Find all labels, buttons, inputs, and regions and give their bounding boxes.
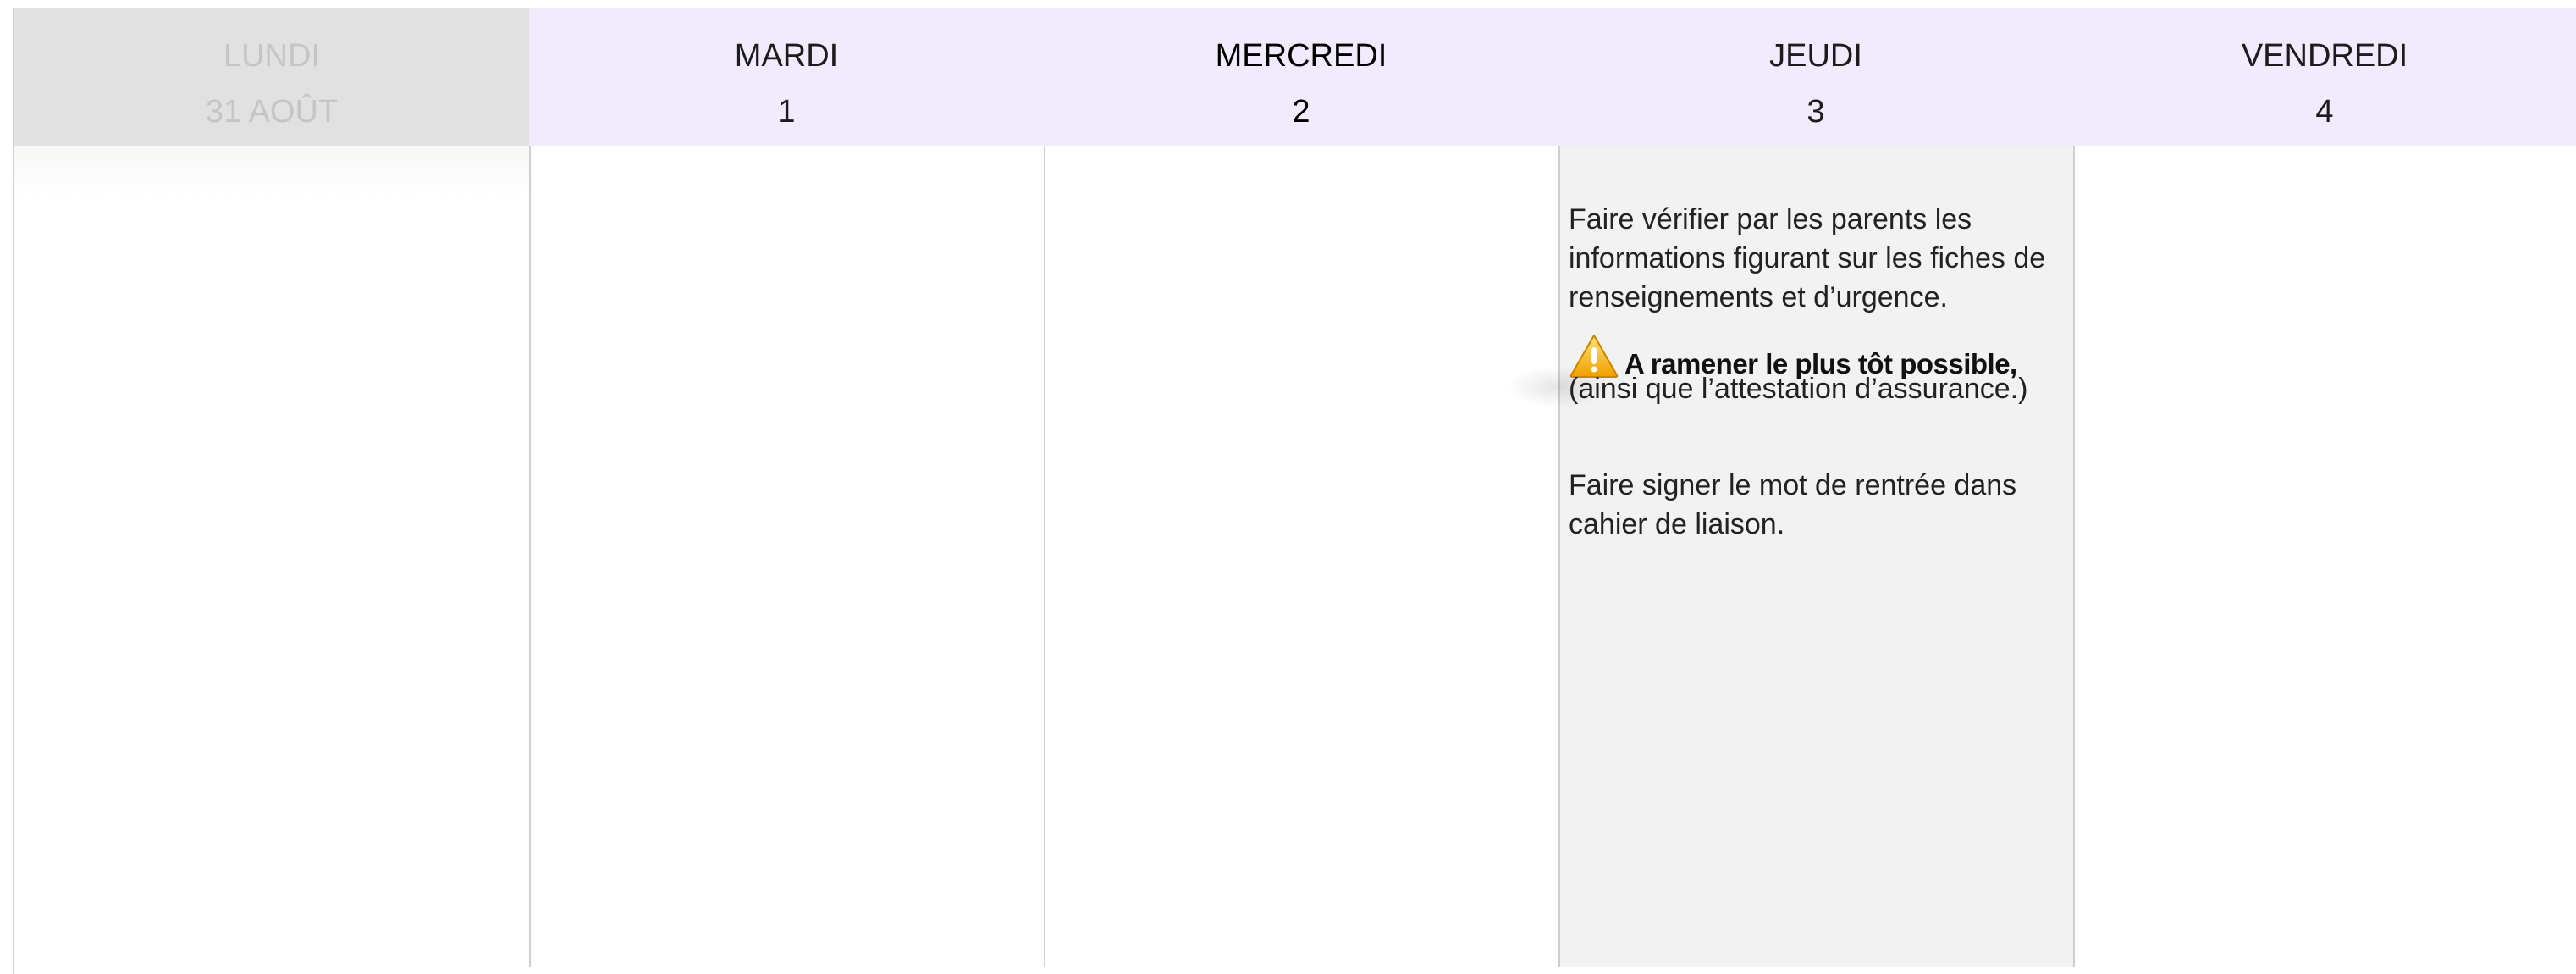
day-date: 1	[777, 94, 796, 130]
day-column-mercredi[interactable]: MERCREDI 2	[1044, 8, 1558, 967]
day-body-mercredi[interactable]	[1044, 146, 1558, 967]
note-paragraph-insurance: (ainsi que l’attestation d’assurance.)	[1569, 373, 2028, 405]
day-body-vendredi[interactable]	[2073, 146, 2576, 967]
day-date: 3	[1807, 94, 1825, 130]
day-column-lundi[interactable]: LUNDI 31 AOÛT	[14, 8, 529, 967]
day-column-vendredi[interactable]: VENDREDI 4	[2073, 8, 2576, 967]
day-header-vendredi: VENDREDI 4	[2073, 8, 2576, 146]
day-name: MERCREDI	[1215, 38, 1387, 74]
day-name: JEUDI	[1769, 38, 1862, 74]
week-calendar: LUNDI 31 AOÛT MARDI 1 MERCREDI 2 JEUDI 3…	[0, 0, 2576, 974]
day-column-mardi[interactable]: MARDI 1	[529, 8, 1044, 967]
note-paragraph-verify: Faire vérifier par les parents les infor…	[1569, 203, 2046, 313]
day-header-mardi: MARDI 1	[529, 8, 1044, 146]
note-paragraph-sign: Faire signer le mot de rentrée dans cahi…	[1569, 469, 2017, 540]
day-date: 4	[2315, 94, 2334, 130]
day-header-jeudi: JEUDI 3	[1558, 8, 2073, 146]
day-name: VENDREDI	[2241, 38, 2408, 74]
day-body-mardi[interactable]	[529, 146, 1044, 967]
day-date: 31 AOÛT	[205, 94, 339, 130]
day-header-mercredi: MERCREDI 2	[1044, 8, 1558, 146]
day-date: 2	[1292, 94, 1310, 130]
day-body-lundi[interactable]	[14, 146, 529, 967]
day-name: LUNDI	[223, 38, 321, 74]
day-name: MARDI	[734, 38, 839, 74]
day-body-fade	[14, 146, 529, 198]
day-header-lundi: LUNDI 31 AOÛT	[14, 8, 529, 146]
